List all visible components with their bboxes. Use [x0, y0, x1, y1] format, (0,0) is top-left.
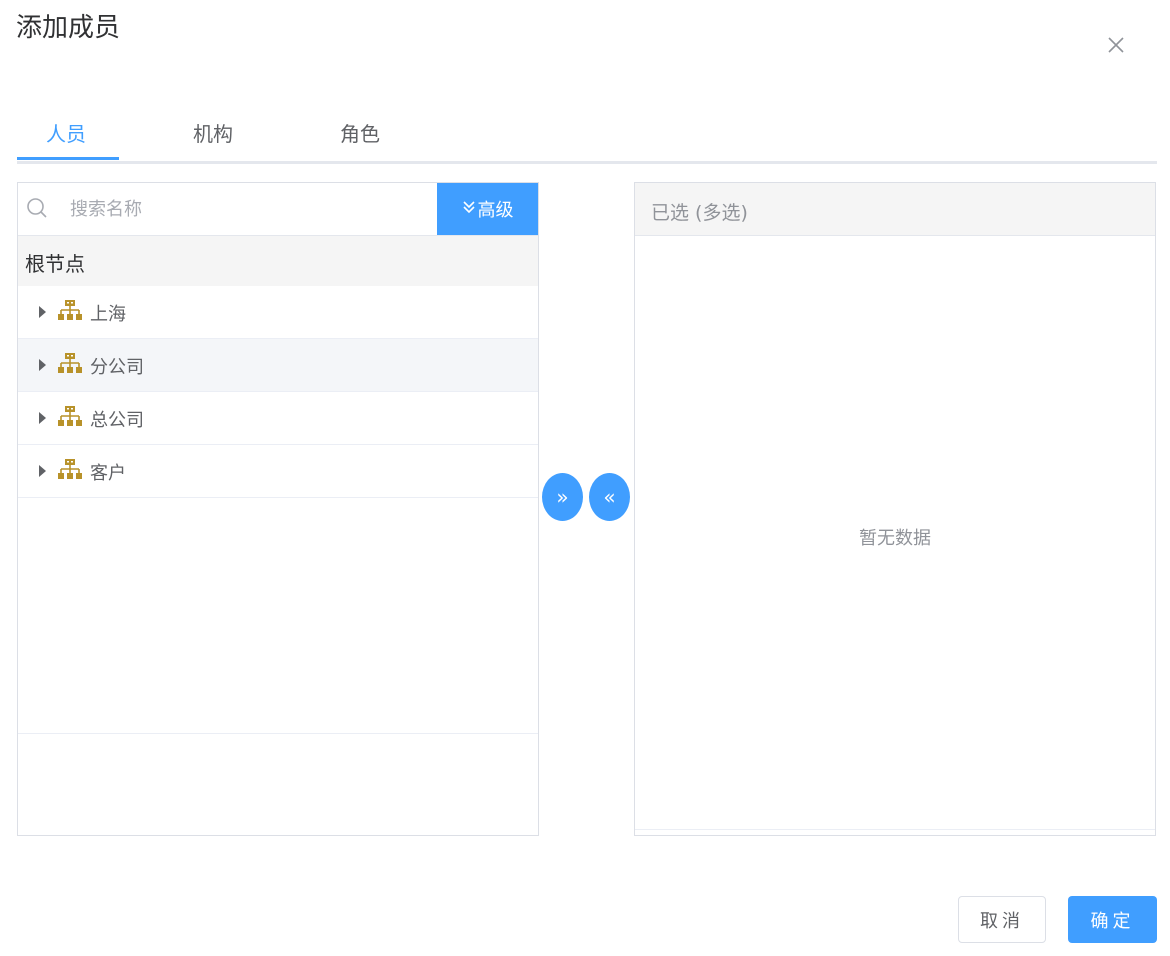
tree-node[interactable]: 总公司: [18, 392, 538, 445]
source-panel: 高级 根节点 上海 分公司 总公司: [17, 182, 539, 836]
org-chart-icon: [58, 300, 82, 320]
advanced-search-label: 高级: [477, 200, 514, 221]
search-input[interactable]: [68, 193, 432, 225]
org-chart-icon: [58, 406, 82, 426]
tree-node-label: 客户: [90, 463, 126, 484]
tree-node-label: 总公司: [90, 410, 144, 431]
org-chart-icon: [58, 353, 82, 373]
caret-right-icon[interactable]: [39, 465, 46, 477]
active-tab-indicator: [17, 157, 119, 160]
divider: [635, 829, 1155, 830]
tab-people[interactable]: 人员: [46, 118, 86, 147]
tree-root-node[interactable]: 根节点: [18, 236, 538, 286]
tab-bar: 人员 机构 角色: [17, 104, 1157, 164]
caret-right-icon[interactable]: [39, 412, 46, 424]
transfer-right-button[interactable]: »: [542, 473, 583, 521]
tree-root-label: 根节点: [25, 252, 85, 276]
cancel-button[interactable]: 取消: [958, 896, 1046, 943]
tree-node[interactable]: 客户: [18, 445, 538, 498]
confirm-button[interactable]: 确定: [1068, 896, 1157, 943]
double-chevron-right-icon: »: [556, 485, 569, 509]
tree-node[interactable]: 上海: [18, 286, 538, 339]
org-chart-icon: [58, 459, 82, 479]
caret-right-icon[interactable]: [39, 306, 46, 318]
selected-header-label: 已选 (多选): [651, 202, 748, 224]
caret-right-icon[interactable]: [39, 359, 46, 371]
tab-role[interactable]: 角色: [340, 118, 380, 147]
tree-node-label: 上海: [90, 304, 126, 325]
tree-node[interactable]: 分公司: [18, 339, 538, 392]
selected-panel: 已选 (多选) 暂无数据: [634, 182, 1156, 836]
search-icon: [27, 198, 47, 218]
close-icon[interactable]: [1104, 33, 1128, 57]
divider: [18, 733, 538, 734]
advanced-search-button[interactable]: 高级: [437, 183, 538, 235]
tab-organization[interactable]: 机构: [193, 118, 233, 147]
double-chevron-down-icon: [462, 200, 476, 218]
selected-header: 已选 (多选): [635, 183, 1155, 236]
dialog-title: 添加成员: [16, 13, 121, 43]
empty-placeholder: 暂无数据: [859, 528, 931, 549]
tree-node-label: 分公司: [90, 357, 144, 378]
transfer-left-button[interactable]: «: [589, 473, 630, 521]
search-bar: 高级: [18, 183, 538, 236]
double-chevron-left-icon: «: [603, 485, 616, 509]
